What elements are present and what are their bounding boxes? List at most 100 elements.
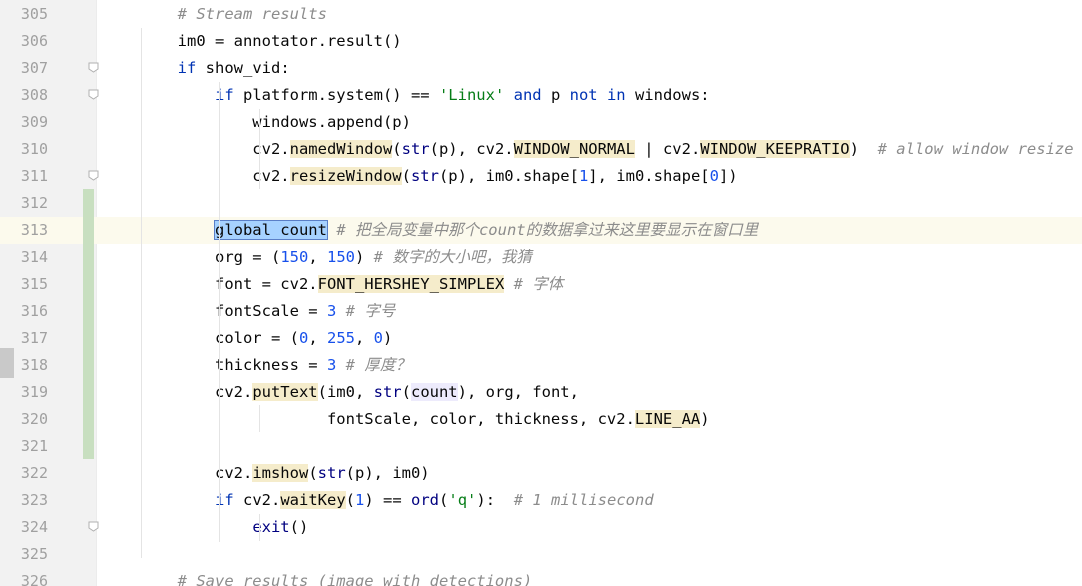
- code-line[interactable]: 308 if platform.system() == 'Linux' and …: [0, 82, 1082, 109]
- code-token: 3: [326, 302, 337, 320]
- code-line[interactable]: 318 thickness = 3 # 厚度？: [0, 352, 1082, 379]
- code-line[interactable]: 307 if show_vid:: [0, 55, 1082, 82]
- code-token: # 厚度？: [345, 356, 411, 374]
- code-token: WINDOW_KEEPRATIO: [700, 140, 850, 158]
- code-text: if cv2.waitKey(1) == ord('q'): # 1 milli…: [103, 487, 654, 514]
- code-line[interactable]: 317 color = (0, 255, 0): [0, 325, 1082, 352]
- code-token: 150: [326, 248, 355, 266]
- code-token: cv2.: [103, 167, 290, 185]
- code-token: 1: [355, 491, 365, 509]
- fold-marker-icon[interactable]: [88, 521, 99, 532]
- code-token: global count: [213, 220, 328, 240]
- code-line[interactable]: 326 # Save results (image with detection…: [0, 568, 1082, 586]
- code-text: windows.append(p): [103, 109, 411, 136]
- code-token: (p), im0.shape[: [438, 167, 579, 185]
- code-token: platform.system() ==: [233, 86, 439, 104]
- line-number: 306: [20, 32, 48, 50]
- code-token: 255: [326, 329, 355, 347]
- line-number: 325: [20, 545, 48, 563]
- code-token: org = (: [103, 248, 281, 266]
- code-line[interactable]: 314 org = (150, 150) # 数字的大小吧，我猜: [0, 244, 1082, 271]
- line-number: 320: [20, 410, 48, 428]
- code-token: waitKey: [280, 491, 346, 509]
- code-token: if: [177, 59, 197, 77]
- code-token: exit: [252, 518, 290, 536]
- code-token: fontScale, color, thickness, cv2.: [103, 410, 635, 428]
- code-token: (p), im0): [345, 464, 430, 482]
- code-line[interactable]: 313 global count # 把全局变量中那个count的数据拿过来这里…: [0, 217, 1082, 244]
- indent-guide: [141, 28, 142, 558]
- code-line[interactable]: 320 fontScale, color, thickness, cv2.LIN…: [0, 406, 1082, 433]
- code-line[interactable]: 309 windows.append(p): [0, 109, 1082, 136]
- fold-marker-icon[interactable]: [88, 170, 99, 181]
- code-text: cv2.imshow(str(p), im0): [103, 460, 430, 487]
- code-token: (): [289, 518, 309, 536]
- code-token: # 把全局变量中那个count的数据拿过来这里要显示在窗口里: [336, 221, 759, 239]
- line-number: 319: [20, 383, 48, 401]
- indent-guide: [259, 109, 260, 189]
- code-line[interactable]: 323 if cv2.waitKey(1) == ord('q'): # 1 m…: [0, 487, 1082, 514]
- code-text: thickness = 3 # 厚度？: [103, 352, 411, 379]
- code-token: cv2.: [233, 491, 281, 509]
- line-number: 307: [20, 59, 48, 77]
- code-token: (p), cv2.: [429, 140, 514, 158]
- code-token: WINDOW_NORMAL: [513, 140, 635, 158]
- line-number: 315: [20, 275, 48, 293]
- code-line[interactable]: 311 cv2.resizeWindow(str(p), im0.shape[1…: [0, 163, 1082, 190]
- code-line[interactable]: 315 font = cv2.FONT_HERSHEY_SIMPLEX # 字体: [0, 271, 1082, 298]
- code-token: 'q': [448, 491, 477, 509]
- code-token: putText: [252, 383, 318, 401]
- code-token: # allow window resize (Linux): [877, 140, 1074, 158]
- code-token: LINE_AA: [634, 410, 701, 428]
- code-token: count: [410, 383, 458, 401]
- code-text: exit(): [103, 514, 308, 541]
- code-token: cv2.: [103, 464, 253, 482]
- code-line[interactable]: 319 cv2.putText(im0, str(count), org, fo…: [0, 379, 1082, 406]
- code-token: namedWindow: [289, 140, 393, 158]
- code-token: ): [383, 329, 393, 347]
- code-token: 3: [326, 356, 337, 374]
- code-token: (im0,: [317, 383, 374, 401]
- vcs-change-marker[interactable]: [83, 189, 94, 459]
- code-token: # 1 millisecond: [513, 491, 654, 509]
- code-line[interactable]: 324 exit(): [0, 514, 1082, 541]
- fold-marker-icon[interactable]: [88, 62, 99, 73]
- code-text: cv2.putText(im0, str(count), org, font,: [103, 379, 579, 406]
- code-token: ): [700, 410, 710, 428]
- code-token: 150: [280, 248, 309, 266]
- code-line[interactable]: 310 cv2.namedWindow(str(p), cv2.WINDOW_N…: [0, 136, 1082, 163]
- code-line[interactable]: 322 cv2.imshow(str(p), im0): [0, 460, 1082, 487]
- code-text: fontScale, color, thickness, cv2.LINE_AA…: [103, 406, 710, 433]
- code-token: show_vid:: [196, 59, 290, 77]
- line-number: 305: [20, 5, 48, 23]
- code-token: ]): [718, 167, 738, 185]
- fold-marker-icon[interactable]: [88, 89, 99, 100]
- code-text: org = (150, 150) # 数字的大小吧，我猜: [103, 244, 532, 271]
- code-editor[interactable]: 305 # Stream results 306 im0 = annotator.…: [0, 0, 1082, 586]
- code-token: ], im0.shape[: [588, 167, 710, 185]
- code-text: # Save results (image with detections): [103, 568, 533, 586]
- line-number: 310: [20, 140, 48, 158]
- code-token: (: [401, 383, 411, 401]
- code-token: ,: [308, 329, 327, 347]
- code-text: fontScale = 3 # 字号: [103, 298, 395, 325]
- code-line[interactable]: 316 fontScale = 3 # 字号: [0, 298, 1082, 325]
- code-line[interactable]: 325: [0, 541, 1082, 568]
- code-token: (: [392, 140, 402, 158]
- code-token: p: [541, 86, 570, 104]
- code-line[interactable]: 321: [0, 433, 1082, 460]
- code-token: FONT_HERSHEY_SIMPLEX: [317, 275, 505, 293]
- code-line[interactable]: 312: [0, 190, 1082, 217]
- code-text: cv2.namedWindow(str(p), cv2.WINDOW_NORMA…: [103, 136, 1082, 163]
- code-line[interactable]: 306 im0 = annotator.result(): [0, 28, 1082, 55]
- indent-guide: [259, 514, 260, 541]
- code-token: ), org, font,: [457, 383, 579, 401]
- code-line[interactable]: 305 # Stream results: [0, 1, 1082, 28]
- code-token: not in: [569, 86, 626, 104]
